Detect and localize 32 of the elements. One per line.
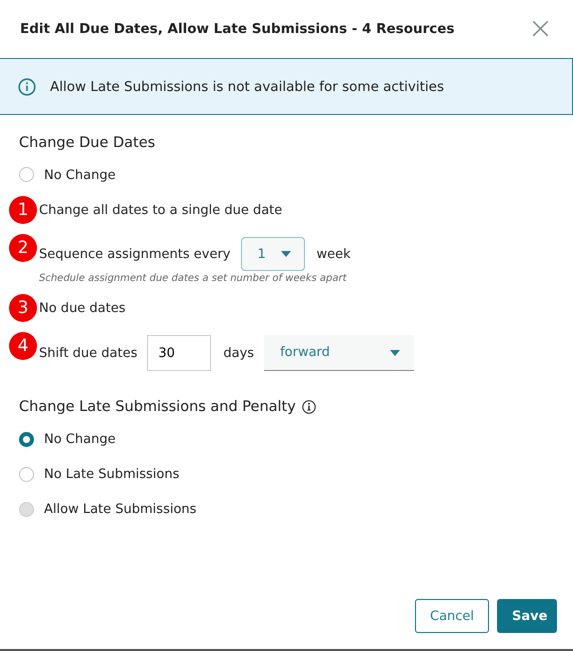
number-marker: 1 <box>9 196 37 224</box>
section-heading: Change Late Submissions and Penalty <box>19 399 296 415</box>
section-heading: Change Due Dates <box>19 135 156 151</box>
cancel-button[interactable]: Cancel <box>415 599 489 633</box>
banner-text: Allow Late Submissions is not available for some activities <box>50 78 444 94</box>
option-label: No Change <box>44 432 116 446</box>
unit-label: days <box>223 346 254 360</box>
number-marker: 3 <box>9 294 37 322</box>
radio-button[interactable] <box>19 432 34 446</box>
days-input[interactable]: 30 <box>147 335 212 371</box>
caret-icon <box>390 350 400 356</box>
number-marker: 2 <box>9 234 37 262</box>
option-label: Shift due dates <box>39 346 138 360</box>
dialog-title: Edit All Due Dates, Allow Late Submissions - 4 Resources <box>20 21 454 37</box>
close-button[interactable]: × <box>528 14 553 44</box>
option-label: Sequence assignments every <box>39 246 231 262</box>
week-select[interactable]: 1 <box>240 237 305 271</box>
save-button[interactable]: Save <box>497 599 557 633</box>
option-label: No due dates <box>39 300 126 316</box>
option-label: No Late Submissions <box>44 466 180 482</box>
caret-icon <box>280 251 291 257</box>
info-icon <box>18 78 36 96</box>
number-marker: 4 <box>9 332 37 360</box>
radio-button[interactable] <box>19 167 34 182</box>
radio-button[interactable] <box>19 466 34 482</box>
option-label: No Change <box>44 168 116 182</box>
option-label: Allow Late Submissions <box>44 502 196 516</box>
unit-label: week <box>316 246 351 262</box>
info-icon <box>302 400 316 414</box>
direction-dropdown[interactable]: forward <box>264 335 414 371</box>
option-label: Change all dates to a single due date <box>39 202 282 218</box>
hint-text: Schedule assignment due dates a set number of weeks apart <box>39 273 348 284</box>
